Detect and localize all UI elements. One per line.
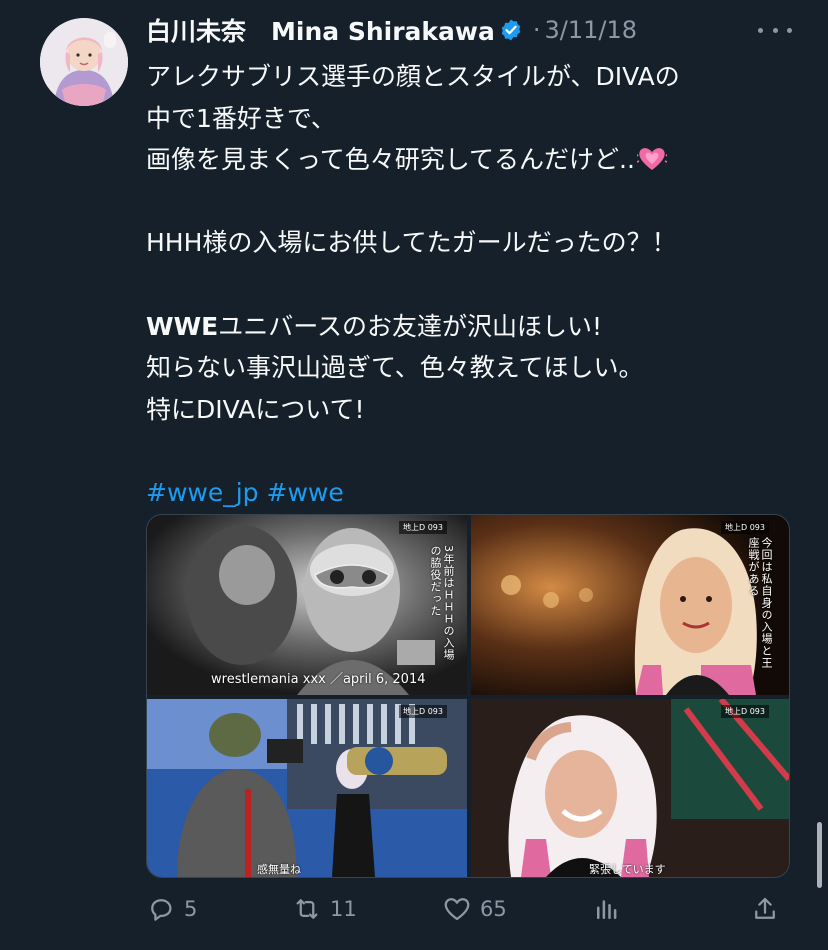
vertical-caption: 今回は私自身の入場と王座戦がある bbox=[747, 537, 773, 669]
channel-label: 地上D 093 bbox=[721, 705, 769, 718]
hashtag-line: #wwe_jp #wwe bbox=[146, 472, 806, 514]
avatar[interactable] bbox=[40, 18, 128, 106]
tweet-line: HHH様の入場にお供してたガールだったの？！ bbox=[146, 228, 677, 258]
tweet-line: アレクサブリス選手の顔とスタイルが、DIVAの bbox=[146, 62, 680, 91]
channel-label: 地上D 093 bbox=[721, 521, 769, 534]
verified-badge-icon bbox=[501, 19, 521, 41]
photo-photoshoot bbox=[147, 699, 467, 877]
reply-button[interactable]: 5 bbox=[146, 888, 197, 930]
bold-prefix: WWE bbox=[146, 311, 219, 341]
channel-label: 地上D 093 bbox=[399, 705, 447, 718]
more-options-icon[interactable] bbox=[758, 16, 792, 44]
growing-heart-emoji-icon bbox=[636, 148, 667, 171]
reply-icon bbox=[151, 899, 172, 921]
avatar-image bbox=[40, 18, 128, 106]
tweet[interactable]: 白川未奈 Mina Shirakawa · 3/11/18 アレクサブリス選手の… bbox=[0, 0, 828, 950]
hashtag-link[interactable]: #wwe_jp bbox=[146, 478, 259, 507]
views-icon bbox=[597, 900, 617, 919]
tweet-line: 知らない事沢山過ぎて、色々教えてほしい。 bbox=[146, 353, 644, 383]
header-separator: · bbox=[532, 16, 541, 44]
author-display-name[interactable]: 白川未奈 Mina Shirakawa bbox=[146, 12, 495, 48]
like-count: 65 bbox=[480, 897, 507, 921]
media-image-2[interactable]: 地上D 093 今回は私自身の入場と王座戦がある bbox=[471, 515, 789, 695]
vertical-caption: 3年前はＨＨＨの入場の脇役だった bbox=[429, 545, 455, 661]
photo-interview bbox=[471, 515, 789, 695]
tweet-line: 特にDIVAについて! bbox=[146, 394, 365, 424]
tweet-line: 画像を見まくって色々研究してるんだけど.. bbox=[146, 139, 806, 181]
tweet-date[interactable]: 3/11/18 bbox=[545, 16, 638, 44]
bottom-caption: 感無量ね bbox=[257, 863, 301, 876]
tweet-line-text: 画像を見まくって色々研究してるんだけど.. bbox=[146, 145, 635, 175]
media-image-4[interactable]: 地上D 093 緊張しています bbox=[471, 699, 789, 877]
event-watermark: wrestlemania xxx ／april 6, 2014 bbox=[211, 672, 426, 687]
hashtag-link[interactable]: #wwe bbox=[267, 478, 344, 507]
retweet-button[interactable]: 11 bbox=[292, 888, 357, 930]
media-image-1[interactable]: 地上D 093 3年前はＨＨＨの入場の脇役だった wrestlemania xx… bbox=[147, 515, 467, 695]
share-icon bbox=[755, 897, 775, 919]
share-button[interactable] bbox=[750, 888, 788, 930]
tweet-header: 白川未奈 Mina Shirakawa · 3/11/18 bbox=[146, 14, 637, 46]
channel-label: 地上D 093 bbox=[399, 521, 447, 534]
retweet-icon bbox=[296, 899, 318, 919]
media-image-3[interactable]: 地上D 093 感無量ね bbox=[147, 699, 467, 877]
like-icon bbox=[444, 898, 470, 921]
bottom-caption: 緊張しています bbox=[589, 863, 666, 876]
views-button[interactable] bbox=[592, 888, 630, 930]
tweet-line: WWEユニバースのお友達が沢山ほしい! bbox=[146, 306, 806, 348]
scrollbar-thumb[interactable] bbox=[817, 822, 822, 888]
retweet-count: 11 bbox=[330, 897, 357, 921]
media-grid: 地上D 093 3年前はＨＨＨの入場の脇役だった wrestlemania xx… bbox=[146, 514, 790, 878]
tweet-text: アレクサブリス選手の顔とスタイルが、DIVAの 中で1番好きで、 画像を見まくっ… bbox=[146, 56, 806, 514]
tweet-line-text: ユニバースのお友達が沢山ほしい! bbox=[218, 311, 603, 341]
tweet-line: 中で1番好きで、 bbox=[146, 103, 336, 133]
like-button[interactable]: 65 bbox=[442, 888, 507, 930]
photo-backstage bbox=[471, 699, 789, 877]
reply-count: 5 bbox=[184, 897, 198, 921]
action-bar: 5 11 65 bbox=[146, 888, 796, 930]
